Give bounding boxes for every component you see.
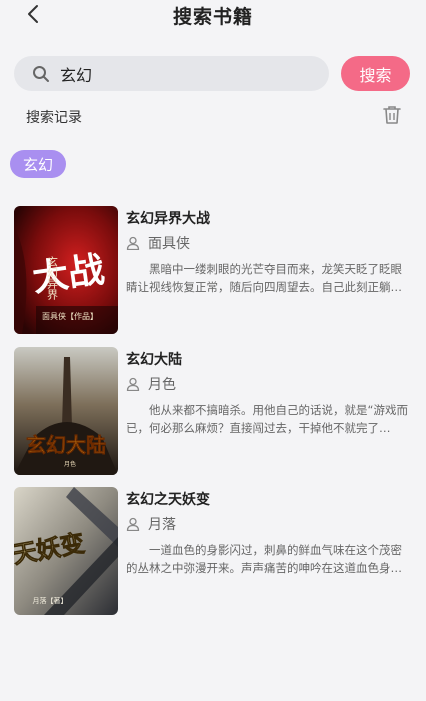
book-cover: 玄幻大陆 月色 [14, 347, 118, 475]
book-author: 月色 [148, 377, 176, 393]
cover-byline: 面具侠【作品】 [42, 311, 98, 321]
book-item[interactable]: 天妖变 月落【著】 玄幻之天妖变 月落 一道血色的身影闪过，刺鼻的鲜血气味在这个… [14, 487, 410, 615]
clear-history-button[interactable] [383, 105, 401, 125]
book-item[interactable]: 玄幻大陆 月色 玄幻大陆 月色 他从来都不搞暗杀。用他自己的话说，就是“游戏而已… [14, 347, 410, 475]
author-row: 月色 [126, 374, 176, 394]
book-description: 一道血色的身影闪过，刺鼻的鲜血气味在这个茂密的丛林之中弥漫开来。声声痛苦的呻吟在… [126, 543, 402, 575]
book-title: 玄幻大陆 [126, 352, 182, 368]
book-item[interactable]: 大战 玄幻异界 面具侠【作品】 玄幻异界大战 面具侠 黑暗中一缕刺眼的光芒夺目而… [14, 206, 410, 334]
user-icon [126, 377, 140, 391]
search-history-label: 搜索记录 [26, 110, 82, 126]
book-title: 玄幻异界大战 [126, 211, 210, 227]
author-row: 面具侠 [126, 233, 190, 253]
user-icon [126, 236, 140, 250]
cover-subtitle: 玄幻异界 [46, 255, 59, 301]
cover-title: 玄幻大陆 [26, 433, 106, 457]
book-author: 月落 [148, 517, 176, 533]
book-description: 他从来都不搞暗杀。用他自己的话说，就是“游戏而已，何必那么麻烦？直接闯过去，干掉… [126, 403, 408, 435]
cover-byline: 月落【著】 [33, 596, 68, 605]
book-author: 面具侠 [148, 236, 190, 252]
cover-byline: 月色 [64, 460, 76, 468]
user-icon [126, 517, 140, 531]
book-cover: 大战 玄幻异界 面具侠【作品】 [14, 206, 118, 334]
author-row: 月落 [126, 514, 176, 534]
book-description: 黑暗中一缕刺眼的光芒夺目而来，龙笑天眨了眨眼睛让视线恢复正常，随后向四周望去。自… [126, 262, 402, 294]
header: 搜索书籍 [0, 0, 426, 30]
search-button[interactable]: 搜索 [341, 56, 410, 91]
book-cover: 天妖变 月落【著】 [14, 487, 118, 615]
book-title: 玄幻之天妖变 [126, 492, 210, 508]
search-icon [30, 63, 52, 85]
search-input[interactable] [60, 58, 300, 89]
search-bar[interactable] [14, 56, 329, 91]
history-tag[interactable]: 玄幻 [10, 150, 67, 178]
trash-icon [383, 106, 401, 124]
page-title: 搜索书籍 [172, 6, 253, 28]
